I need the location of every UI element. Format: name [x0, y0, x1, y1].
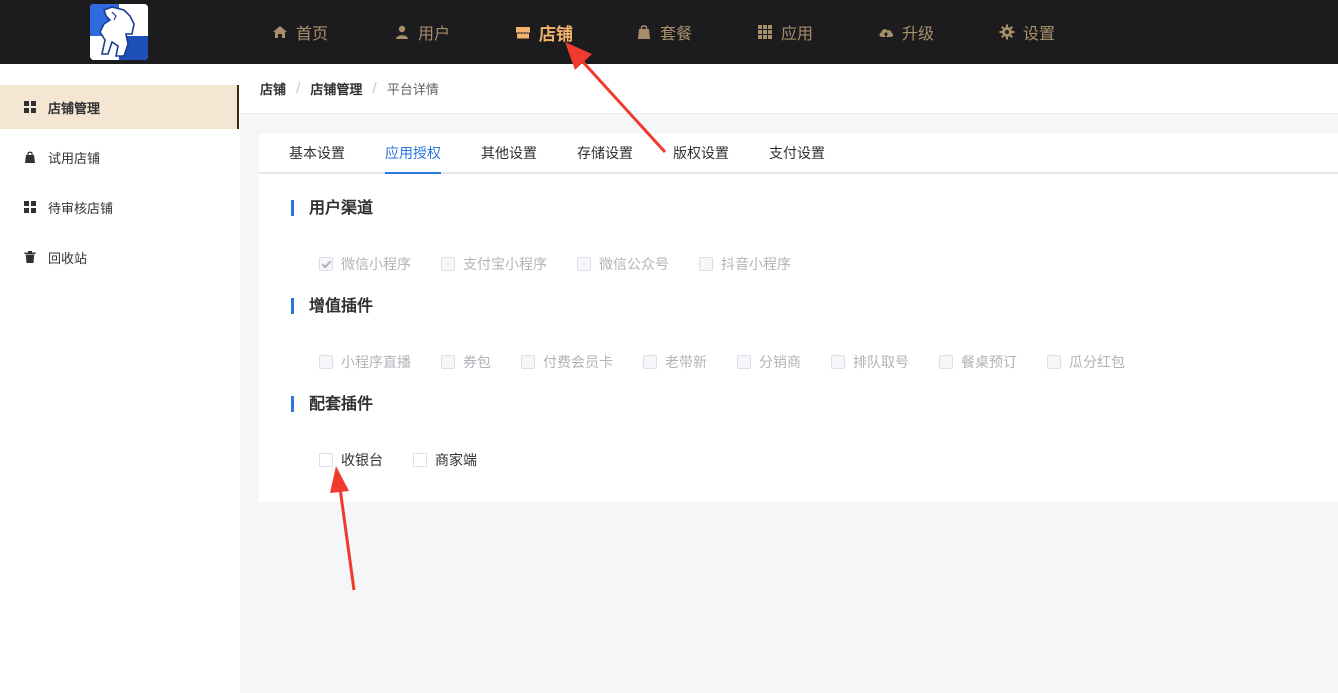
checkbox-box	[737, 355, 751, 369]
checkbox-wechat-official-account[interactable]: 微信公众号	[577, 254, 669, 274]
sidebar-item-store-management[interactable]: 店铺管理	[0, 85, 239, 129]
cloud-upload-icon	[878, 24, 894, 40]
checkbox-merchant-app[interactable]: 商家端	[413, 450, 477, 470]
checkbox-referral[interactable]: 老带新	[643, 352, 707, 372]
section-title-value-added-plugins: 增值插件	[289, 297, 373, 315]
tab-bar: 基本设置 应用授权 其他设置 存储设置 版权设置 支付设置	[259, 134, 1338, 174]
grid-icon	[24, 201, 36, 213]
tab-other-settings[interactable]: 其他设置	[481, 134, 537, 174]
bag-icon	[24, 151, 36, 163]
nav-item-label: 店铺	[539, 24, 573, 45]
tab-app-authorization[interactable]: 应用授权	[385, 134, 441, 174]
tab-payment-settings[interactable]: 支付设置	[769, 134, 825, 174]
checkbox-label: 老带新	[665, 355, 707, 371]
nav-item-label: 升级	[902, 24, 935, 43]
nav-item-store[interactable]: 店铺	[515, 0, 573, 64]
home-icon	[272, 24, 288, 40]
checkbox-label: 瓜分红包	[1069, 355, 1125, 371]
gear-icon	[999, 24, 1015, 40]
nav-item-package[interactable]: 套餐	[636, 0, 692, 64]
sidebar-item-label: 待审核店铺	[48, 201, 114, 217]
breadcrumb-item-platform-detail: 平台详情	[386, 83, 439, 98]
nav-item-upgrade[interactable]: 升级	[878, 0, 934, 64]
breadcrumb-separator: /	[296, 81, 301, 96]
checkbox-box	[831, 355, 845, 369]
sidebar-item-recycle-bin[interactable]: 回收站	[0, 235, 240, 279]
checkbox-douyin-miniprogram[interactable]: 抖音小程序	[699, 254, 791, 274]
sidebar-item-pending-review[interactable]: 待审核店铺	[0, 185, 240, 229]
checkbox-split-red-packet[interactable]: 瓜分红包	[1047, 352, 1125, 372]
nav-item-apps[interactable]: 应用	[757, 0, 813, 64]
nav-item-label: 设置	[1023, 24, 1056, 43]
checkbox-box	[319, 453, 333, 467]
checkbox-box	[1047, 355, 1061, 369]
nav-item-settings[interactable]: 设置	[999, 0, 1055, 64]
top-navbar: 首页 用户 店铺 套餐 应用 升级 设置	[0, 0, 1338, 64]
sidebar-item-label: 试用店铺	[48, 151, 101, 167]
detail-panel: 基本设置 应用授权 其他设置 存储设置 版权设置 支付设置 用户渠道 微信小程序…	[259, 134, 1338, 502]
checkbox-label: 排队取号	[853, 355, 909, 371]
section-title-bundled-plugins: 配套插件	[289, 395, 373, 413]
apps-icon	[757, 24, 773, 40]
checkbox-box	[521, 355, 535, 369]
breadcrumb-item-store[interactable]: 店铺	[260, 79, 286, 98]
checkbox-label: 券包	[463, 355, 491, 371]
checkbox-label: 小程序直播	[341, 355, 411, 371]
tab-basic-settings[interactable]: 基本设置	[289, 134, 345, 174]
checkbox-live-streaming[interactable]: 小程序直播	[319, 352, 411, 372]
grid-icon	[24, 101, 36, 113]
nav-item-label: 应用	[781, 24, 814, 43]
checkbox-box	[319, 355, 333, 369]
checkbox-label: 付费会员卡	[543, 355, 613, 371]
checkbox-coupon-pack[interactable]: 券包	[441, 352, 491, 372]
checkbox-distributor[interactable]: 分销商	[737, 352, 801, 372]
sidebar-item-label: 回收站	[48, 251, 88, 267]
tab-copyright-settings[interactable]: 版权设置	[673, 134, 729, 174]
nav-item-label: 用户	[418, 24, 451, 43]
checkbox-box	[699, 257, 713, 271]
logo[interactable]	[90, 4, 148, 60]
trash-icon	[24, 251, 36, 263]
checkbox-label: 收银台	[341, 453, 383, 469]
breadcrumb-separator: /	[372, 81, 377, 96]
checkbox-queue-number[interactable]: 排队取号	[831, 352, 909, 372]
checkbox-cashier[interactable]: 收银台	[319, 450, 383, 470]
sidebar-item-label: 店铺管理	[48, 101, 101, 117]
checkbox-label: 抖音小程序	[721, 257, 791, 273]
checkbox-paid-membership[interactable]: 付费会员卡	[521, 352, 613, 372]
checkbox-label: 微信小程序	[341, 257, 411, 273]
checkbox-label: 微信公众号	[599, 257, 669, 273]
nav-item-home[interactable]: 首页	[272, 0, 328, 64]
checkbox-label: 分销商	[759, 355, 801, 371]
checkbox-label: 商家端	[435, 453, 477, 469]
checkbox-label: 支付宝小程序	[463, 257, 547, 273]
checkbox-label: 餐桌预订	[961, 355, 1017, 371]
checkbox-alipay-miniprogram[interactable]: 支付宝小程序	[441, 254, 547, 274]
checkbox-box	[319, 257, 333, 271]
checkbox-table-reservation[interactable]: 餐桌预订	[939, 352, 1017, 372]
checkbox-wechat-miniprogram[interactable]: 微信小程序	[319, 254, 411, 274]
breadcrumb-item-store-management[interactable]: 店铺管理	[310, 79, 362, 98]
breadcrumb: 店铺 / 店铺管理 / 平台详情	[240, 64, 1338, 114]
checkbox-box	[441, 355, 455, 369]
checkbox-box	[441, 257, 455, 271]
checkbox-box	[939, 355, 953, 369]
store-icon	[515, 24, 531, 40]
user-icon	[394, 24, 410, 40]
checkbox-box	[577, 257, 591, 271]
nav-item-label: 首页	[296, 24, 329, 43]
checkbox-box	[643, 355, 657, 369]
bag-icon	[636, 24, 652, 40]
tab-storage-settings[interactable]: 存储设置	[577, 134, 633, 174]
sidebar: 店铺管理 试用店铺 待审核店铺 回收站	[0, 64, 240, 693]
checkbox-box	[413, 453, 427, 467]
sidebar-item-trial-stores[interactable]: 试用店铺	[0, 135, 240, 179]
section-title-user-channels: 用户渠道	[289, 199, 373, 217]
nav-item-users[interactable]: 用户	[394, 0, 450, 64]
nav-item-label: 套餐	[660, 24, 693, 43]
